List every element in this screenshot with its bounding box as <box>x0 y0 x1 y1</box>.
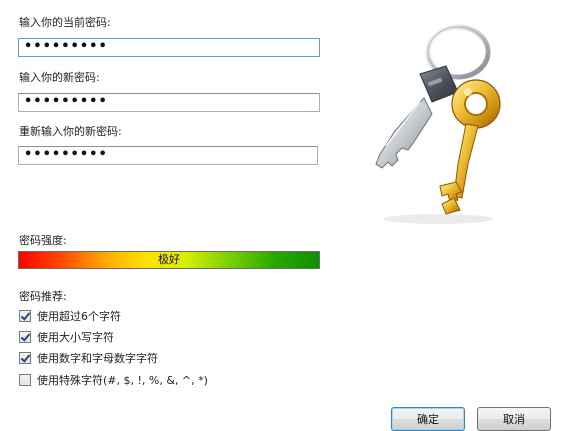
password-strength-label: 密码强度: <box>19 234 67 247</box>
checkbox[interactable] <box>19 330 31 343</box>
recommendation-label: 使用超过6个字符 <box>37 309 121 323</box>
recommendation-item[interactable]: 使用大小写字符 <box>19 329 114 344</box>
ok-button[interactable]: 确定 <box>391 407 465 431</box>
password-strength-meter: 极好 <box>18 251 320 269</box>
recommendation-item[interactable]: 使用特殊字符(#, $, !, %, &, ^, *) <box>19 372 208 387</box>
recommendation-item[interactable]: 使用数字和字母数字字符 <box>19 350 158 365</box>
current-password-input[interactable]: ••••••••• <box>18 38 320 57</box>
confirm-password-label: 重新输入你的新密码: <box>19 125 122 138</box>
new-password-label: 输入你的新密码: <box>19 71 100 84</box>
recommendation-label: 使用特殊字符(#, $, !, %, &, ^, *) <box>37 373 208 387</box>
password-strength-value: 极好 <box>158 253 180 266</box>
keys-icon <box>375 24 501 224</box>
checkbox[interactable] <box>19 373 31 386</box>
confirm-password-input[interactable]: ••••••••• <box>18 146 318 165</box>
current-password-label: 输入你的当前密码: <box>19 16 111 29</box>
recommendation-label: 使用数字和字母数字字符 <box>37 351 158 365</box>
new-password-input[interactable]: ••••••••• <box>18 93 320 112</box>
checkbox[interactable] <box>19 309 31 322</box>
recommendation-label: 使用大小写字符 <box>37 330 114 344</box>
checkbox[interactable] <box>19 351 31 364</box>
password-recommendations-label: 密码推荐: <box>19 290 67 303</box>
recommendation-item[interactable]: 使用超过6个字符 <box>19 308 121 323</box>
cancel-button[interactable]: 取消 <box>477 407 551 431</box>
